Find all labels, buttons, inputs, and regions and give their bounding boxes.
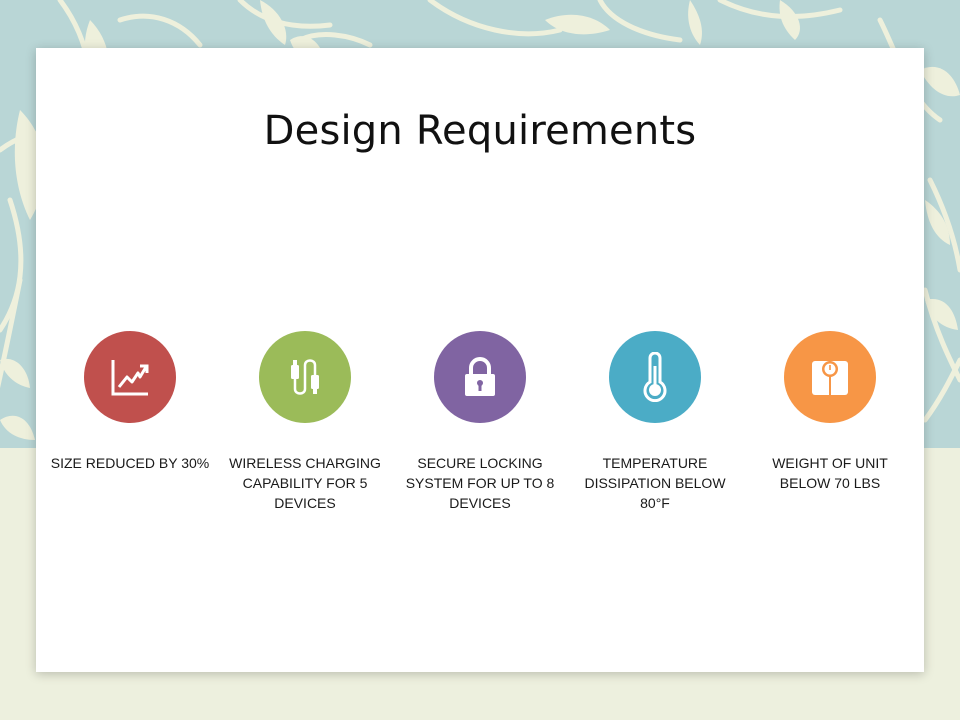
- requirement-item-temperature: TEMPERATURE DISSIPATION BELOW 80°F: [575, 331, 735, 513]
- slide-title: Design Requirements: [263, 108, 697, 154]
- requirement-item-weight: WEIGHT OF UNIT BELOW 70 LBS: [750, 331, 910, 493]
- padlock-icon: [434, 331, 526, 423]
- trending-chart-icon: [84, 331, 176, 423]
- charging-cable-icon: [259, 331, 351, 423]
- requirement-item-charging: WIRELESS CHARGING CAPABILITY FOR 5 DEVIC…: [225, 331, 385, 513]
- requirement-label: SECURE LOCKING SYSTEM FOR UP TO 8 DEVICE…: [405, 455, 555, 511]
- scale-icon: [784, 331, 876, 423]
- requirement-item-locking: SECURE LOCKING SYSTEM FOR UP TO 8 DEVICE…: [400, 331, 560, 513]
- requirement-label: WEIGHT OF UNIT BELOW 70 LBS: [772, 455, 888, 491]
- requirement-label: WIRELESS CHARGING CAPABILITY FOR 5 DEVIC…: [229, 455, 381, 511]
- requirement-item-size: SIZE REDUCED BY 30%: [50, 331, 210, 473]
- requirement-label: SIZE REDUCED BY 30%: [50, 455, 210, 471]
- requirement-label: TEMPERATURE DISSIPATION BELOW 80°F: [584, 455, 726, 511]
- thermometer-icon: [609, 331, 701, 423]
